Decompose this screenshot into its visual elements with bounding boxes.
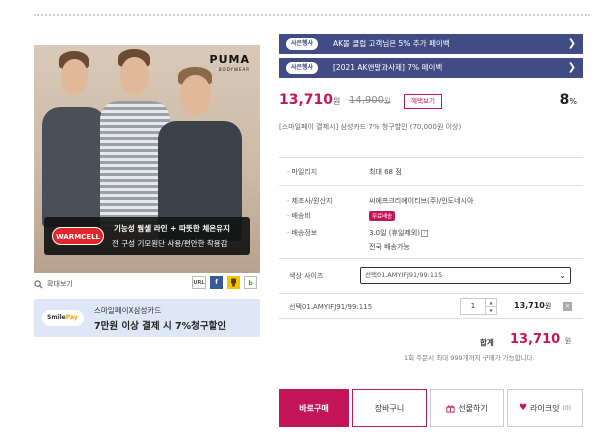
top-divider <box>34 14 590 16</box>
puma-sublabel: BODYWEAR <box>218 67 250 72</box>
original-price-value: 14,900 <box>349 95 384 106</box>
help-icon[interactable]: ? <box>421 229 429 237</box>
selected-item-price-unit: 원 <box>544 302 552 310</box>
coupon-tag: 사은행사 <box>286 38 319 50</box>
selected-item-row: 선택01.AMYIFJ91/99:115 1 ▲ ▼ 13,710원 ✕ <box>279 293 583 319</box>
zoom-button[interactable]: 확대보기 <box>34 279 73 289</box>
cart-label: 장바구니 <box>374 403 405 413</box>
shipping-info-row: 배송정보 3.0일 (휴일제외)? <box>287 228 429 238</box>
decrease-icon[interactable]: ▼ <box>486 306 496 314</box>
remove-icon[interactable]: ✕ <box>563 302 572 311</box>
shipping-fee-row: 배송비 무료배송 <box>287 211 396 221</box>
chevron-right-icon: ❯ <box>567 62 576 73</box>
share-url-button[interactable]: URL <box>192 276 206 289</box>
option-select[interactable]: 선택01.AMYIFJ91/99:115 ⌄ <box>360 267 571 284</box>
warmcell-badge: WARMCELL <box>52 227 104 245</box>
mileage-label: 마일리지 <box>287 167 369 177</box>
like-count: (0) <box>562 404 572 412</box>
shipping-area-row: 전국 배송가능 <box>287 242 410 252</box>
quantity-value[interactable]: 1 <box>461 299 485 314</box>
action-buttons: 바로구매 장바구니 선물하기 ♥ 라이크잇 (0) <box>279 389 586 427</box>
purchase-limit-note: 1회 주문시 최대 999개까지 구매가 가능합니다. <box>404 354 535 362</box>
gift-label: 선물하기 <box>458 403 488 413</box>
total-unit: 원 <box>564 337 572 345</box>
product-info: 마일리지 최대 68 점 제조사/원산지 씨에프크리에이티브(주)/인도네시아 … <box>279 157 583 259</box>
share-buttons: URL f b <box>192 276 257 289</box>
facebook-icon[interactable]: f <box>210 276 223 289</box>
discount-rate: 8% <box>560 92 577 108</box>
coupon-text: AK몰 클럽 고객님은 5% 추가 페이백 <box>333 39 450 48</box>
sale-price-unit: 원 <box>333 97 341 106</box>
sale-price: 13,710원 <box>279 92 340 108</box>
zoom-label: 확대보기 <box>47 280 73 288</box>
discount-unit: % <box>569 97 577 106</box>
original-price: 14,900원 <box>349 95 390 106</box>
option-label: 색상 사이즈 <box>289 272 324 280</box>
maker-row: 제조사/원산지 씨에프크리에이티브(주)/인도네시아 <box>287 196 473 206</box>
total-amount: 13,710 원 <box>510 332 571 347</box>
puma-logo: PUMA <box>209 53 250 66</box>
smilepay-logo-accent: Pay <box>65 314 78 321</box>
increase-icon[interactable]: ▲ <box>486 299 496 306</box>
magnifier-icon <box>34 279 43 289</box>
smilepay-logo: SmilePay <box>42 310 84 326</box>
total-amount-value: 13,710 <box>510 332 561 347</box>
warmcell-banner: WARMCELL 기능성 웜셀 라인 + 따뜻한 체온유지 전 구성 기모원단 … <box>44 217 250 255</box>
quantity-stepper[interactable]: 1 ▲ ▼ <box>460 298 497 315</box>
option-selected-value: 선택01.AMYIFJ91/99:115 <box>365 271 443 279</box>
selected-item-price-value: 13,710 <box>514 301 545 310</box>
smilepay-banner[interactable]: SmilePay 스마일페이X삼성카드 7만원 이상 결제 시 7%청구할인 <box>34 299 260 337</box>
shipping-fee-label: 배송비 <box>287 211 369 221</box>
coupon-banner-2[interactable]: 사은행사 [2021 AK앤말과사제] 7% 페이백 ❯ <box>279 58 583 78</box>
discount-value: 8 <box>559 92 570 108</box>
like-label: 라이크잇 <box>530 403 560 413</box>
maker-label: 제조사/원산지 <box>287 196 369 206</box>
free-shipping-badge: 무료배송 <box>369 211 396 221</box>
info-divider <box>279 185 583 186</box>
gift-button[interactable]: 선물하기 <box>430 389 504 427</box>
price-row: 13,710원 14,900원 혜택보기 8% <box>279 91 583 113</box>
chevron-down-icon: ⌄ <box>559 271 566 280</box>
sale-price-value: 13,710 <box>279 92 334 108</box>
smilepay-line2: 7만원 이상 결제 시 7%청구할인 <box>94 321 227 332</box>
selected-item-name: 선택01.AMYIFJ91/99:115 <box>289 303 373 311</box>
mileage-value: 최대 68 점 <box>369 168 402 176</box>
shipping-days: 3.0일 (휴일제외) <box>369 229 421 237</box>
coupon-tag: 사은행사 <box>286 62 319 74</box>
chevron-right-icon: ❯ <box>567 38 576 49</box>
heart-icon: ♥ <box>518 403 528 413</box>
shipping-info-label: 배송정보 <box>287 228 369 238</box>
mileage-row: 마일리지 최대 68 점 <box>287 167 402 177</box>
buy-now-label: 바로구매 <box>299 403 329 413</box>
smilepay-logo-main: Smile <box>47 314 66 321</box>
kakaostory-icon[interactable] <box>227 276 240 289</box>
buy-now-button[interactable]: 바로구매 <box>279 389 349 427</box>
original-price-unit: 원 <box>384 97 391 105</box>
shipping-area: 전국 배송가능 <box>369 243 410 251</box>
benefit-button[interactable]: 혜택보기 <box>404 94 442 109</box>
coupon-banner-1[interactable]: 사은행사 AK몰 클럽 고객님은 5% 추가 페이백 ❯ <box>279 34 583 54</box>
warmcell-line1: 기능성 웜셀 라인 + 따뜻한 체온유지 <box>114 224 230 233</box>
maker-value: 씨에프크리에이티브(주)/인도네시아 <box>369 197 474 205</box>
product-image[interactable]: PUMA BODYWEAR WARMCELL 기능성 웜셀 라인 + 따뜻한 체… <box>34 45 260 273</box>
gift-icon <box>446 404 455 413</box>
warmcell-line2: 전 구성 기모원단 사용/편안한 착용감 <box>112 239 228 248</box>
promo-note: [스마일페이 결제시] 삼성카드 7% 청구할인 (70,000원 이상) <box>279 123 462 131</box>
coupon-text: [2021 AK앤말과사제] 7% 페이백 <box>333 63 443 72</box>
selected-item-price: 13,710원 <box>514 301 551 311</box>
smilepay-line1: 스마일페이X삼성카드 <box>94 306 162 315</box>
like-button[interactable]: ♥ 라이크잇 (0) <box>507 389 583 427</box>
band-icon[interactable]: b <box>244 276 257 289</box>
cart-button[interactable]: 장바구니 <box>352 389 427 427</box>
total-label: 합계 <box>480 338 494 347</box>
